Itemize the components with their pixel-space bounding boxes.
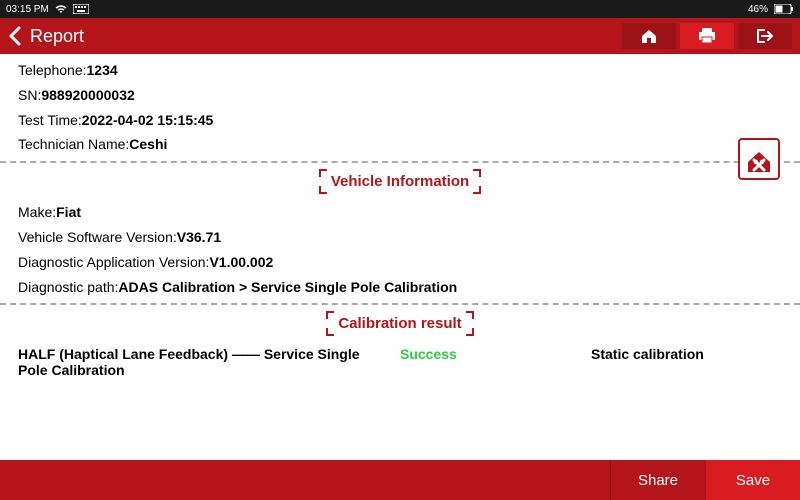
divider: [0, 303, 800, 305]
result-status: Success: [400, 346, 591, 378]
test-time-row: Test Time:2022-04-02 15:15:45: [18, 112, 782, 129]
diag-path-row: Diagnostic path:ADAS Calibration > Servi…: [18, 279, 782, 296]
vehicle-info-title: Vehicle Information: [331, 173, 469, 190]
sw-version-value: V36.71: [177, 229, 221, 245]
calibration-result-row: HALF (Haptical Lane Feedback) —— Service…: [18, 346, 782, 378]
home-button[interactable]: [622, 23, 676, 49]
battery-icon: [774, 4, 794, 14]
sn-label: SN:: [18, 87, 41, 103]
status-time: 03:15 PM: [6, 4, 49, 15]
battery-percent: 46%: [748, 4, 768, 15]
vehicle-info-header: Vehicle Information: [18, 171, 782, 192]
diag-app-row: Diagnostic Application Version:V1.00.002: [18, 254, 782, 271]
bottom-bar: Share Save: [0, 460, 800, 500]
exit-button[interactable]: [738, 23, 792, 49]
page-title: Report: [30, 26, 84, 47]
technician-value: Ceshi: [129, 136, 167, 152]
wifi-icon: [55, 4, 67, 14]
technician-row: Technician Name:Ceshi: [18, 136, 782, 153]
save-button[interactable]: Save: [705, 460, 800, 500]
divider: [0, 161, 800, 163]
sw-version-row: Vehicle Software Version:V36.71: [18, 229, 782, 246]
diag-path-value: ADAS Calibration > Service Single Pole C…: [118, 279, 457, 295]
telephone-value: 1234: [87, 62, 118, 78]
diag-app-value: V1.00.002: [209, 254, 273, 270]
sn-value: 988920000032: [41, 87, 134, 103]
telephone-label: Telephone:: [18, 62, 87, 78]
make-value: Fiat: [56, 204, 81, 220]
make-label: Make:: [18, 204, 56, 220]
diag-app-label: Diagnostic Application Version:: [18, 254, 209, 270]
title-bar: Report: [0, 18, 800, 54]
technician-label: Technician Name:: [18, 136, 129, 152]
share-button[interactable]: Share: [610, 460, 705, 500]
keyboard-icon: [73, 4, 89, 14]
report-content: Telephone:1234 SN:988920000032 Test Time…: [0, 54, 800, 460]
diag-path-label: Diagnostic path:: [18, 279, 118, 295]
telephone-row: Telephone:1234: [18, 62, 782, 79]
calibration-result-title: Calibration result: [338, 315, 461, 332]
result-type: Static calibration: [591, 346, 782, 378]
print-button[interactable]: [680, 23, 734, 49]
back-button[interactable]: [8, 26, 22, 46]
calibration-result-header: Calibration result: [18, 313, 782, 334]
result-name: HALF (Haptical Lane Feedback) —— Service…: [18, 346, 400, 378]
status-bar: 03:15 PM 46%: [0, 0, 800, 18]
sn-row: SN:988920000032: [18, 87, 782, 104]
sw-version-label: Vehicle Software Version:: [18, 229, 177, 245]
test-time-value: 2022-04-02 15:15:45: [82, 112, 214, 128]
test-time-label: Test Time:: [18, 112, 82, 128]
make-row: Make:Fiat: [18, 204, 782, 221]
